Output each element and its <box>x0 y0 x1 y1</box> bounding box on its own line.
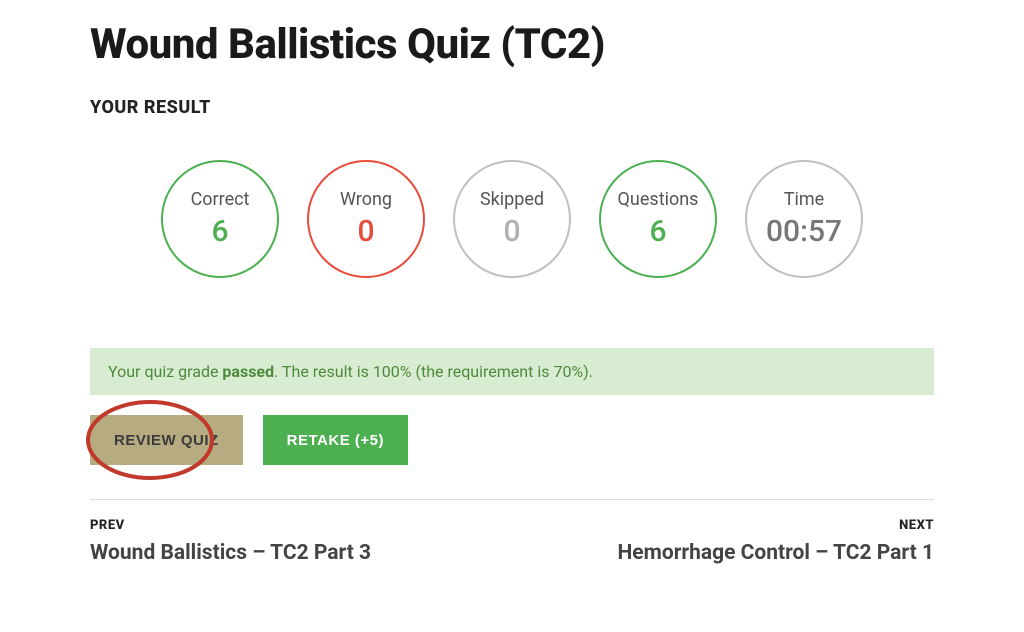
next-title: Hemorrhage Control – TC2 Part 1 <box>617 541 934 565</box>
action-buttons: REVIEW QUIZ RETAKE (+5) <box>90 415 934 465</box>
stat-time: Time 00:57 <box>745 160 863 278</box>
grade-prefix: Your quiz grade <box>108 362 222 381</box>
stat-skipped-value: 0 <box>503 214 520 249</box>
grade-suffix: . The result is 100% (the requirement is… <box>274 362 593 381</box>
stat-time-label: Time <box>784 189 824 210</box>
prev-title: Wound Ballistics – TC2 Part 3 <box>90 541 371 565</box>
prev-label: PREV <box>90 518 371 533</box>
divider <box>90 499 934 500</box>
stat-skipped: Skipped 0 <box>453 160 571 278</box>
stat-wrong: Wrong 0 <box>307 160 425 278</box>
stat-wrong-value: 0 <box>357 214 374 249</box>
retake-button[interactable]: RETAKE (+5) <box>263 415 408 465</box>
stat-skipped-label: Skipped <box>480 189 544 210</box>
next-label: NEXT <box>617 518 934 533</box>
review-quiz-button[interactable]: REVIEW QUIZ <box>90 415 243 465</box>
stat-correct-label: Correct <box>191 189 250 210</box>
prev-link[interactable]: PREV Wound Ballistics – TC2 Part 3 <box>90 518 371 565</box>
stat-questions: Questions 6 <box>599 160 717 278</box>
stat-correct: Correct 6 <box>161 160 279 278</box>
stat-questions-value: 6 <box>649 214 666 249</box>
page-title: Wound Ballistics Quiz (TC2) <box>90 20 934 69</box>
result-stats: Correct 6 Wrong 0 Skipped 0 Questions 6 … <box>90 160 934 278</box>
stat-correct-value: 6 <box>211 214 228 249</box>
stat-questions-label: Questions <box>618 189 699 210</box>
stat-time-value: 00:57 <box>766 214 842 249</box>
grade-banner: Your quiz grade passed. The result is 10… <box>90 348 934 395</box>
lesson-nav: PREV Wound Ballistics – TC2 Part 3 NEXT … <box>90 518 934 565</box>
next-link[interactable]: NEXT Hemorrhage Control – TC2 Part 1 <box>617 518 934 565</box>
stat-wrong-label: Wrong <box>340 189 392 210</box>
grade-status: passed <box>222 362 274 381</box>
result-heading: YOUR RESULT <box>90 97 934 118</box>
